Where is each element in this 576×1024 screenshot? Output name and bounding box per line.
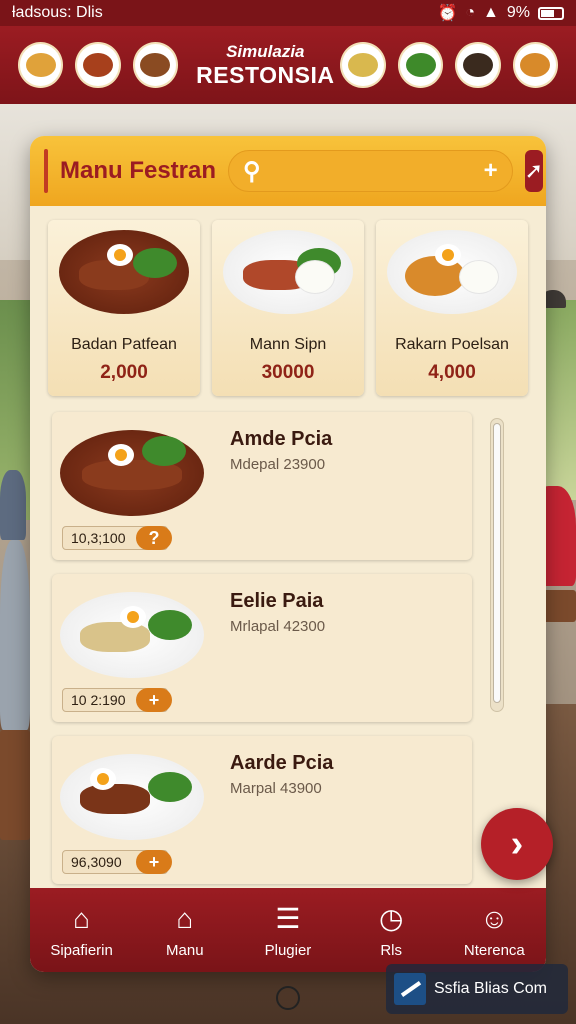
background-table — [0, 730, 30, 840]
nav-label: Plugier — [264, 941, 312, 959]
featured-name: Badan Patfean — [71, 336, 177, 353]
status-icons: ⏰ ◔ ▲ 9% — [437, 3, 564, 23]
item-description: Mrlapal 42300 — [230, 618, 326, 635]
status-left-text: ƚadsous: Dlis — [12, 4, 103, 21]
signal-icon: ▲ — [483, 4, 499, 21]
watermark-text: Ssfia Blias Com — [434, 980, 547, 997]
dish-image — [59, 230, 189, 314]
arrow-up-right-icon: ➚ — [524, 158, 544, 183]
scrollbar-thumb[interactable] — [493, 423, 501, 703]
home-outline-icon: ⌂ — [176, 902, 194, 934]
bottom-nav: ⌂ Sipafierin ⌂ Manu ☰ Plugier ◷ Rls ☺ Nt… — [30, 888, 546, 972]
menu-list: Amde Pcia Mdepal 23900 10,3;100 ? Eelie … — [30, 396, 546, 884]
nav-item-sipafierin[interactable]: ⌂ Sipafierin — [39, 902, 125, 959]
search-icon[interactable]: ⚲ — [243, 157, 261, 186]
nav-label: Sipafierin — [50, 941, 113, 959]
featured-price: 4,000 — [428, 362, 476, 383]
dish-image — [60, 754, 204, 840]
dish-thumbnail[interactable] — [397, 42, 444, 88]
brand-subtitle: Simulazia — [226, 42, 305, 61]
item-name: Aarde Pcia — [230, 752, 334, 774]
nav-label: Manu — [166, 941, 204, 959]
watermark-logo — [394, 973, 426, 1005]
status-bar: ƚadsous: Dlis ⏰ ◔ ▲ 9% — [0, 0, 576, 26]
battery-level: 9% — [506, 4, 530, 21]
home-icon: ⌂ — [73, 902, 91, 934]
dish-thumbnail[interactable] — [340, 42, 386, 88]
nav-item-manu[interactable]: ⌂ Manu — [142, 902, 228, 959]
featured-card[interactable]: Badan Patfean 2,000 — [48, 220, 200, 396]
dish-image — [60, 430, 204, 516]
featured-card[interactable]: Rakarn Poelsan 4,000 — [376, 220, 528, 396]
menu-panel: Manu Festran ⚲ + ➚ Badan Patfean 2,000 M… — [30, 136, 546, 972]
dish-image — [387, 230, 517, 314]
featured-name: Mann Sipn — [249, 336, 327, 353]
chevron-right-icon: › — [510, 822, 524, 865]
plus-icon[interactable]: + — [484, 157, 498, 185]
nav-item-plugier[interactable]: ☰ Plugier — [245, 902, 331, 959]
alarm-icon: ⏰ — [437, 5, 458, 22]
avatar[interactable] — [44, 149, 48, 193]
featured-price: 30000 — [261, 362, 315, 383]
background-person — [0, 470, 26, 540]
background-person — [0, 540, 30, 730]
item-name: Eelie Paia — [230, 590, 324, 612]
user-icon: ☺ — [480, 902, 509, 934]
featured-name: Rakarn Poelsan — [395, 336, 509, 353]
share-button[interactable]: ➚ — [524, 150, 544, 192]
item-name: Amde Pcia — [230, 428, 333, 450]
dish-thumbnail[interactable] — [132, 42, 179, 88]
dish-thumbnail[interactable] — [75, 42, 121, 88]
list-item[interactable]: Eelie Paia Mrlapal 42300 10 2:190 + — [52, 574, 472, 722]
dish-image — [60, 592, 204, 678]
nav-label: Rls — [380, 941, 402, 959]
watermark: Ssfia Blias Com — [386, 964, 568, 1014]
search-input[interactable] — [268, 162, 476, 180]
wifi-icon: ◔ — [465, 4, 476, 21]
list-item[interactable]: Aarde Pcia Marpal 43900 96,3090 + — [52, 736, 472, 884]
nav-label: Nterenca — [463, 941, 525, 959]
app-header: Simulazia RESTONSIA — [0, 26, 576, 104]
dish-image — [223, 230, 353, 314]
featured-price: 2,000 — [100, 362, 148, 383]
panel-header: Manu Festran ⚲ + ➚ — [30, 136, 546, 206]
dish-thumbnail[interactable] — [512, 42, 559, 88]
next-button[interactable]: › — [481, 808, 553, 880]
item-price-text: 10,3;100 — [71, 530, 126, 546]
clock-icon: ◷ — [378, 902, 404, 934]
home-indicator[interactable] — [276, 986, 300, 1010]
item-action-button[interactable]: ? — [136, 526, 172, 550]
search-bar[interactable]: ⚲ + — [228, 150, 513, 192]
dish-thumbnail[interactable] — [455, 42, 501, 88]
add-to-cart-button[interactable]: + — [136, 850, 172, 874]
battery-icon — [538, 6, 564, 20]
item-price-text: 10 2:190 — [71, 692, 126, 708]
scrollbar[interactable] — [490, 418, 504, 712]
item-description: Mdepal 23900 — [230, 456, 326, 473]
item-price-text: 96,3090 — [71, 854, 122, 870]
featured-card[interactable]: Mann Sipn 30000 — [212, 220, 364, 396]
brand-logo: Simulazia RESTONSIA — [196, 43, 334, 87]
brand-title: RESTONSIA — [196, 62, 335, 88]
dish-thumbnail[interactable] — [18, 42, 64, 88]
add-to-cart-button[interactable]: + — [136, 688, 172, 712]
item-description: Marpal 43900 — [230, 780, 322, 797]
featured-dishes: Badan Patfean 2,000 Mann Sipn 30000 Raka… — [30, 206, 546, 396]
document-icon: ☰ — [275, 902, 301, 934]
list-item[interactable]: Amde Pcia Mdepal 23900 10,3;100 ? — [52, 412, 472, 560]
panel-title: Manu Festran — [60, 157, 217, 184]
nav-item-rls[interactable]: ◷ Rls — [348, 902, 434, 959]
nav-item-nterenca[interactable]: ☺ Nterenca — [451, 902, 537, 959]
